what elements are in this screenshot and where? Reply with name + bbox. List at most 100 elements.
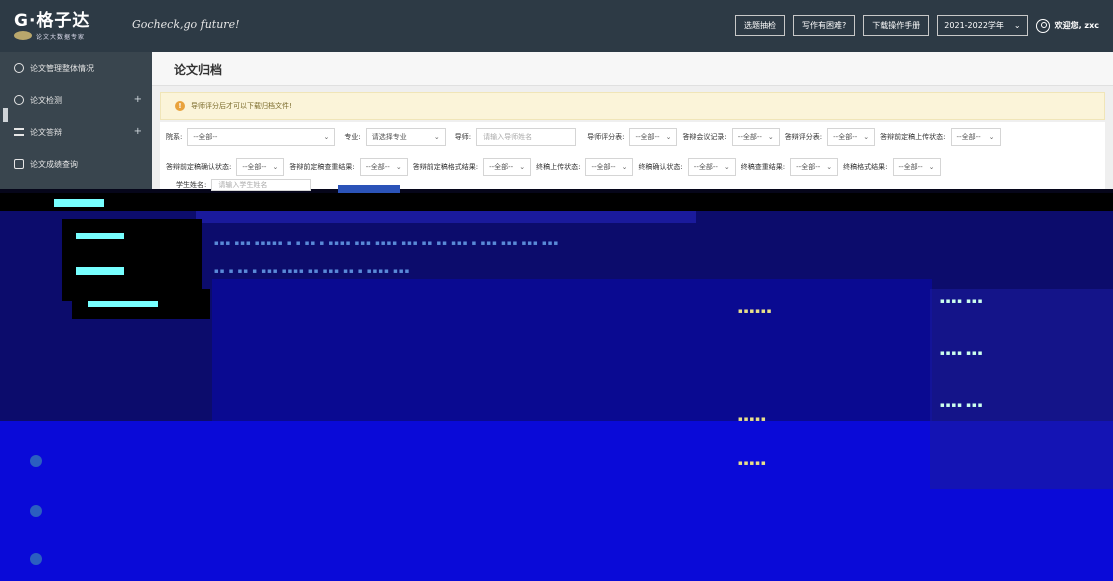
pre-defense-format-select[interactable]: --全部-- ⌄ — [483, 158, 532, 176]
filter-label: 答辩前定稿查重结果: — [289, 163, 355, 171]
notice-banner: ! 导师评分后才可以下载归档文件! — [160, 92, 1105, 120]
page-title-bar: 论文归档 — [152, 52, 1113, 86]
select-value: --全部-- — [193, 133, 218, 141]
defense-record-select[interactable]: --全部-- ⌄ — [731, 128, 780, 146]
writing-help-button[interactable]: 写作有困难? — [793, 15, 856, 36]
academic-year-select[interactable]: 2021-2022学年 ⌄ — [937, 15, 1028, 36]
chevron-down-icon: ⌄ — [863, 133, 870, 141]
chevron-down-icon: ⌄ — [621, 163, 628, 171]
filter-label: 答辩前定稿格式结果: — [412, 163, 479, 171]
select-value: --全部-- — [365, 163, 390, 171]
corrupted-text: ▪▪▪▪▪ — [738, 459, 767, 467]
filter-label: 终稿上传状态: — [536, 163, 581, 171]
chevron-down-icon: ⌄ — [665, 133, 672, 141]
defense-score-select[interactable]: --全部-- ⌄ — [827, 128, 876, 146]
main-content: 论文归档 ! 导师评分后才可以下载归档文件! 院系: --全部-- ⌄ 专业: 请… — [152, 52, 1113, 189]
select-value: --全部-- — [591, 163, 616, 171]
welcome-text: 欢迎您, zxc — [1054, 21, 1099, 30]
brand-logo[interactable]: G·格子达 论文大数据专家 — [14, 6, 124, 42]
select-value: --全部-- — [489, 163, 514, 171]
filter-row-2: 答辩前定稿确认状态: --全部-- ⌄ 答辩前定稿查重结果: --全部-- ⌄ 答辩… — [166, 158, 941, 176]
sidebar-item-label: 论文成绩查询 — [30, 159, 78, 169]
corruption-bar — [76, 267, 124, 275]
page-title: 论文归档 — [174, 63, 223, 77]
sidebar-item-thesis-defense[interactable]: 论文答辩 + — [0, 116, 152, 148]
filter-label: 院系: — [166, 133, 183, 141]
corrupted-text: ▪▪ ▪ ▪▪ ▪ ▪▪▪ ▪▪▪▪ ▪▪ ▪▪▪ ▪▪ ▪ ▪▪▪▪ ▪▪▪ — [214, 267, 411, 275]
top-header: G·格子达 论文大数据专家 Gocheck,go future! 选题抽检 写作… — [0, 0, 1113, 52]
warning-icon: ! — [175, 101, 185, 111]
filter-label: 答辩前定稿上传状态: — [880, 133, 946, 141]
sidebar-item-label: 论文答辩 — [30, 127, 62, 137]
corrupted-icon — [30, 505, 42, 517]
final-duplicate-select[interactable]: --全部-- ⌄ — [790, 158, 839, 176]
chevron-down-icon: ⌄ — [433, 133, 440, 141]
final-confirm-select[interactable]: --全部-- ⌄ — [687, 158, 736, 176]
department-select[interactable]: --全部-- ⌄ — [187, 128, 336, 146]
expand-icon[interactable]: + — [134, 94, 142, 105]
corrupted-text: ▪▪▪▪ ▪▪▪ — [940, 349, 984, 357]
chevron-down-icon: ⌄ — [323, 133, 330, 141]
corruption-bar — [930, 289, 1113, 489]
corruption-bar — [54, 199, 104, 207]
chevron-down-icon: ⌄ — [519, 163, 526, 171]
major-select[interactable]: 请选择专业 ⌄ — [365, 128, 446, 146]
chevron-down-icon: ⌄ — [988, 133, 995, 141]
corrupted-text: ▪▪▪▪ ▪▪▪ — [940, 297, 984, 305]
sidebar-item-thesis-check[interactable]: 论文检测 + — [0, 84, 152, 116]
chevron-down-icon: ⌄ — [723, 163, 730, 171]
filter-label: 终稿格式结果: — [843, 163, 888, 171]
final-format-select[interactable]: --全部-- ⌄ — [892, 158, 941, 176]
select-value: --全部-- — [796, 163, 821, 171]
notice-text: 导师评分后才可以下载归档文件! — [191, 102, 292, 110]
grade-icon — [14, 159, 24, 169]
sidebar-item-grade-query[interactable]: 论文成绩查询 — [0, 148, 152, 180]
pre-defense-upload-select[interactable]: --全部-- ⌄ — [950, 128, 1001, 146]
filter-label: 导师: — [454, 133, 472, 141]
advisor-score-select[interactable]: --全部-- ⌄ — [629, 128, 678, 146]
select-value: --全部-- — [956, 133, 981, 141]
sidebar-item-thesis-overview[interactable]: 论文管理整体情况 — [0, 52, 152, 84]
list-edit-icon — [14, 128, 24, 136]
filter-label: 学生姓名: — [176, 181, 207, 189]
select-value: --全部-- — [898, 163, 923, 171]
corrupted-text: ▪▪▪▪ ▪▪▪ — [940, 401, 984, 409]
logo-text: G·格子达 — [14, 11, 91, 31]
filter-row-1: 院系: --全部-- ⌄ 专业: 请选择专业 ⌄ 导师: 请输入导师姓名 导师评分表… — [166, 128, 1001, 146]
slogan: Gocheck,go future! — [132, 18, 240, 31]
filter-label: 终稿查重结果: — [740, 163, 786, 171]
pre-defense-duplicate-select[interactable]: --全部-- ⌄ — [359, 158, 408, 176]
select-value: --全部-- — [242, 163, 267, 171]
final-upload-select[interactable]: --全部-- ⌄ — [585, 158, 634, 176]
chevron-down-icon: ⌄ — [928, 163, 935, 171]
chevron-down-icon: ⌄ — [826, 163, 833, 171]
user-welcome[interactable]: 欢迎您, zxc — [1035, 18, 1099, 33]
filter-label: 专业: — [344, 133, 361, 141]
select-value: --全部-- — [737, 133, 762, 141]
corrupted-text: ▪▪▪▪▪ — [738, 415, 767, 423]
layers-icon — [14, 63, 24, 73]
topic-spot-check-button[interactable]: 选题抽检 — [735, 15, 786, 36]
sidebar-item-label: 论文管理整体情况 — [30, 63, 94, 73]
chevron-down-icon: ⌄ — [395, 163, 402, 171]
select-value: --全部-- — [833, 133, 858, 141]
corrupted-render-area: ▪▪▪ ▪▪▪ ▪▪▪▪▪ ▪ ▪ ▪▪ ▪ ▪▪▪▪ ▪▪▪ ▪▪▪▪ ▪▪▪… — [0, 189, 1113, 581]
filter-label: 终稿确认状态: — [638, 163, 683, 171]
corruption-bar — [88, 301, 158, 307]
logo-mark-icon — [14, 31, 32, 40]
sidebar-item-label: 论文检测 — [30, 95, 62, 105]
corrupted-text: ▪▪▪ ▪▪▪ ▪▪▪▪▪ ▪ ▪ ▪▪ ▪ ▪▪▪▪ ▪▪▪ ▪▪▪▪ ▪▪▪… — [214, 239, 560, 247]
student-name-input[interactable]: 请输入学生姓名 — [211, 179, 312, 191]
query-button[interactable] — [338, 185, 400, 193]
corruption-bar — [196, 211, 696, 223]
clock-icon — [14, 95, 24, 105]
corruption-bar — [76, 233, 124, 239]
select-value: 请选择专业 — [371, 133, 407, 141]
corrupted-icon — [30, 553, 42, 565]
pre-defense-confirm-select[interactable]: --全部-- ⌄ — [236, 158, 285, 176]
corrupted-icon — [30, 455, 42, 467]
download-manual-button[interactable]: 下载操作手册 — [863, 15, 930, 36]
chevron-down-icon: ⌄ — [767, 133, 774, 141]
expand-icon[interactable]: + — [134, 126, 142, 137]
advisor-input[interactable]: 请输入导师姓名 — [476, 128, 577, 146]
